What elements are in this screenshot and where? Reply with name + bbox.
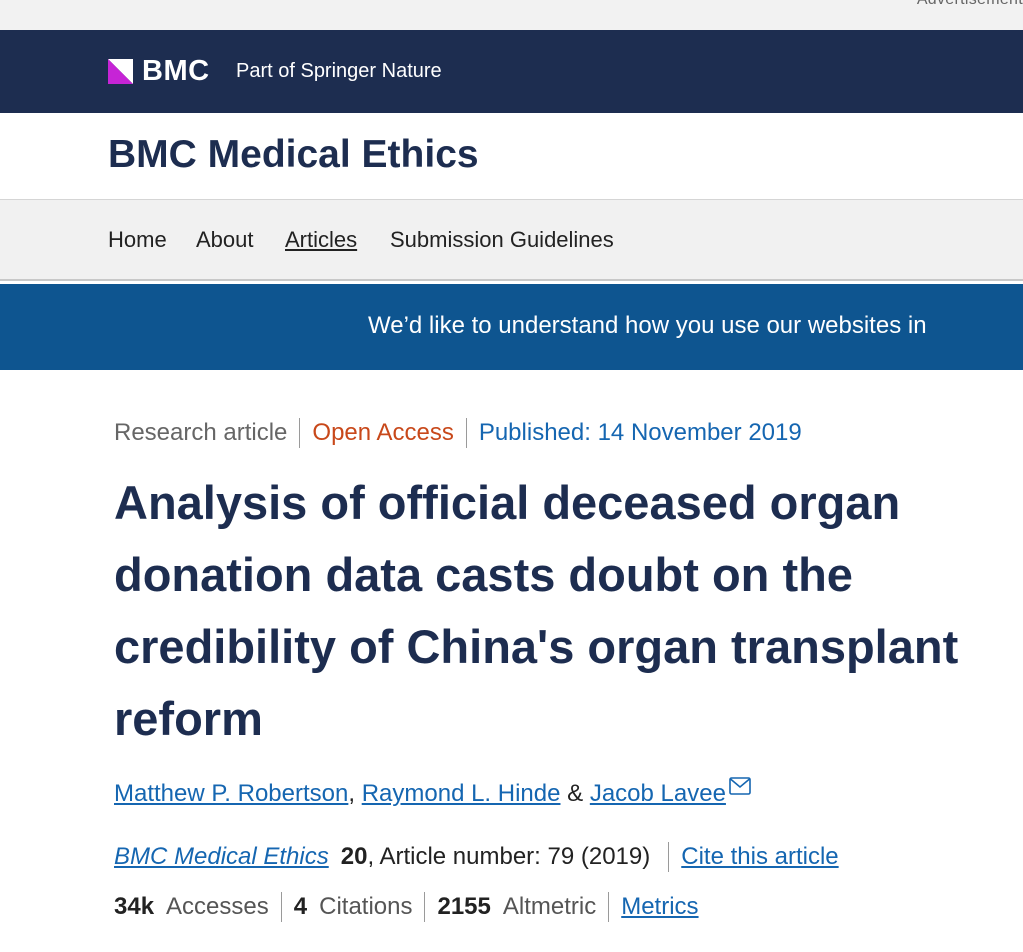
meta-divider (465, 418, 467, 448)
article-metrics: 34k Accesses 4 Citations 2155 Altmetric … (114, 892, 699, 922)
journal-link[interactable]: BMC Medical Ethics (114, 843, 329, 871)
article-title: Analysis of official deceased organ dona… (114, 476, 959, 745)
author-link-robertson[interactable]: Matthew P. Robertson (114, 780, 348, 807)
mail-icon[interactable] (729, 777, 751, 795)
advertisement-strip: Advertisement (0, 0, 1023, 31)
survey-banner-text: We’d like to understand how you use our … (368, 312, 927, 339)
nav-home[interactable]: Home (108, 227, 167, 253)
bmc-logo-mark-icon (108, 58, 133, 84)
bmc-logo[interactable]: BMC (108, 54, 210, 87)
author-list: Matthew P. Robertson, Raymond L. Hinde &… (114, 777, 751, 808)
article-number: , Article number: 79 (2019) (367, 843, 651, 870)
survey-banner[interactable]: We’d like to understand how you use our … (0, 284, 1023, 370)
metrics-link[interactable]: Metrics (621, 893, 698, 921)
citation-line: BMC Medical Ethics 20 , Article number: … (114, 842, 839, 872)
metrics-divider (424, 892, 426, 922)
article-type: Research article (114, 419, 288, 446)
citations-count: 4 (293, 893, 308, 920)
bmc-logo-text: BMC (142, 54, 210, 87)
author-separator: , (348, 780, 362, 807)
metrics-divider (608, 892, 610, 922)
meta-divider (299, 418, 301, 448)
journal-title[interactable]: BMC Medical Ethics (108, 133, 479, 177)
published-date: Published: 14 November 2019 (478, 419, 802, 446)
cite-this-article-link[interactable]: Cite this article (681, 843, 838, 871)
author-link-lavee[interactable]: Jacob Lavee (590, 780, 726, 807)
citations-label: Citations (319, 893, 413, 920)
accesses-label: Accesses (166, 893, 269, 920)
publisher-header: BMC Part of Springer Nature (0, 30, 1023, 113)
author-separator: & (560, 780, 590, 807)
advertisement-label: Advertisement (917, 0, 1023, 9)
accesses-count: 34k (114, 893, 155, 920)
altmetric-label: Altmetric (502, 893, 597, 920)
journal-nav: Home About Articles Submission Guideline… (0, 200, 1023, 281)
article-meta: Research article Open Access Published: … (114, 417, 802, 449)
springer-nature-tagline[interactable]: Part of Springer Nature (236, 60, 442, 83)
citation-divider (668, 842, 670, 872)
nav-submission-guidelines[interactable]: Submission Guidelines (390, 227, 614, 253)
altmetric-score: 2155 (437, 893, 491, 920)
nav-articles[interactable]: Articles (285, 227, 357, 253)
nav-about[interactable]: About (196, 227, 254, 253)
author-link-hinde[interactable]: Raymond L. Hinde (362, 780, 561, 807)
journal-header: BMC Medical Ethics (0, 113, 1023, 200)
metrics-divider (280, 892, 282, 922)
open-access-badge: Open Access (312, 419, 454, 446)
volume-number: 20 (340, 843, 368, 870)
